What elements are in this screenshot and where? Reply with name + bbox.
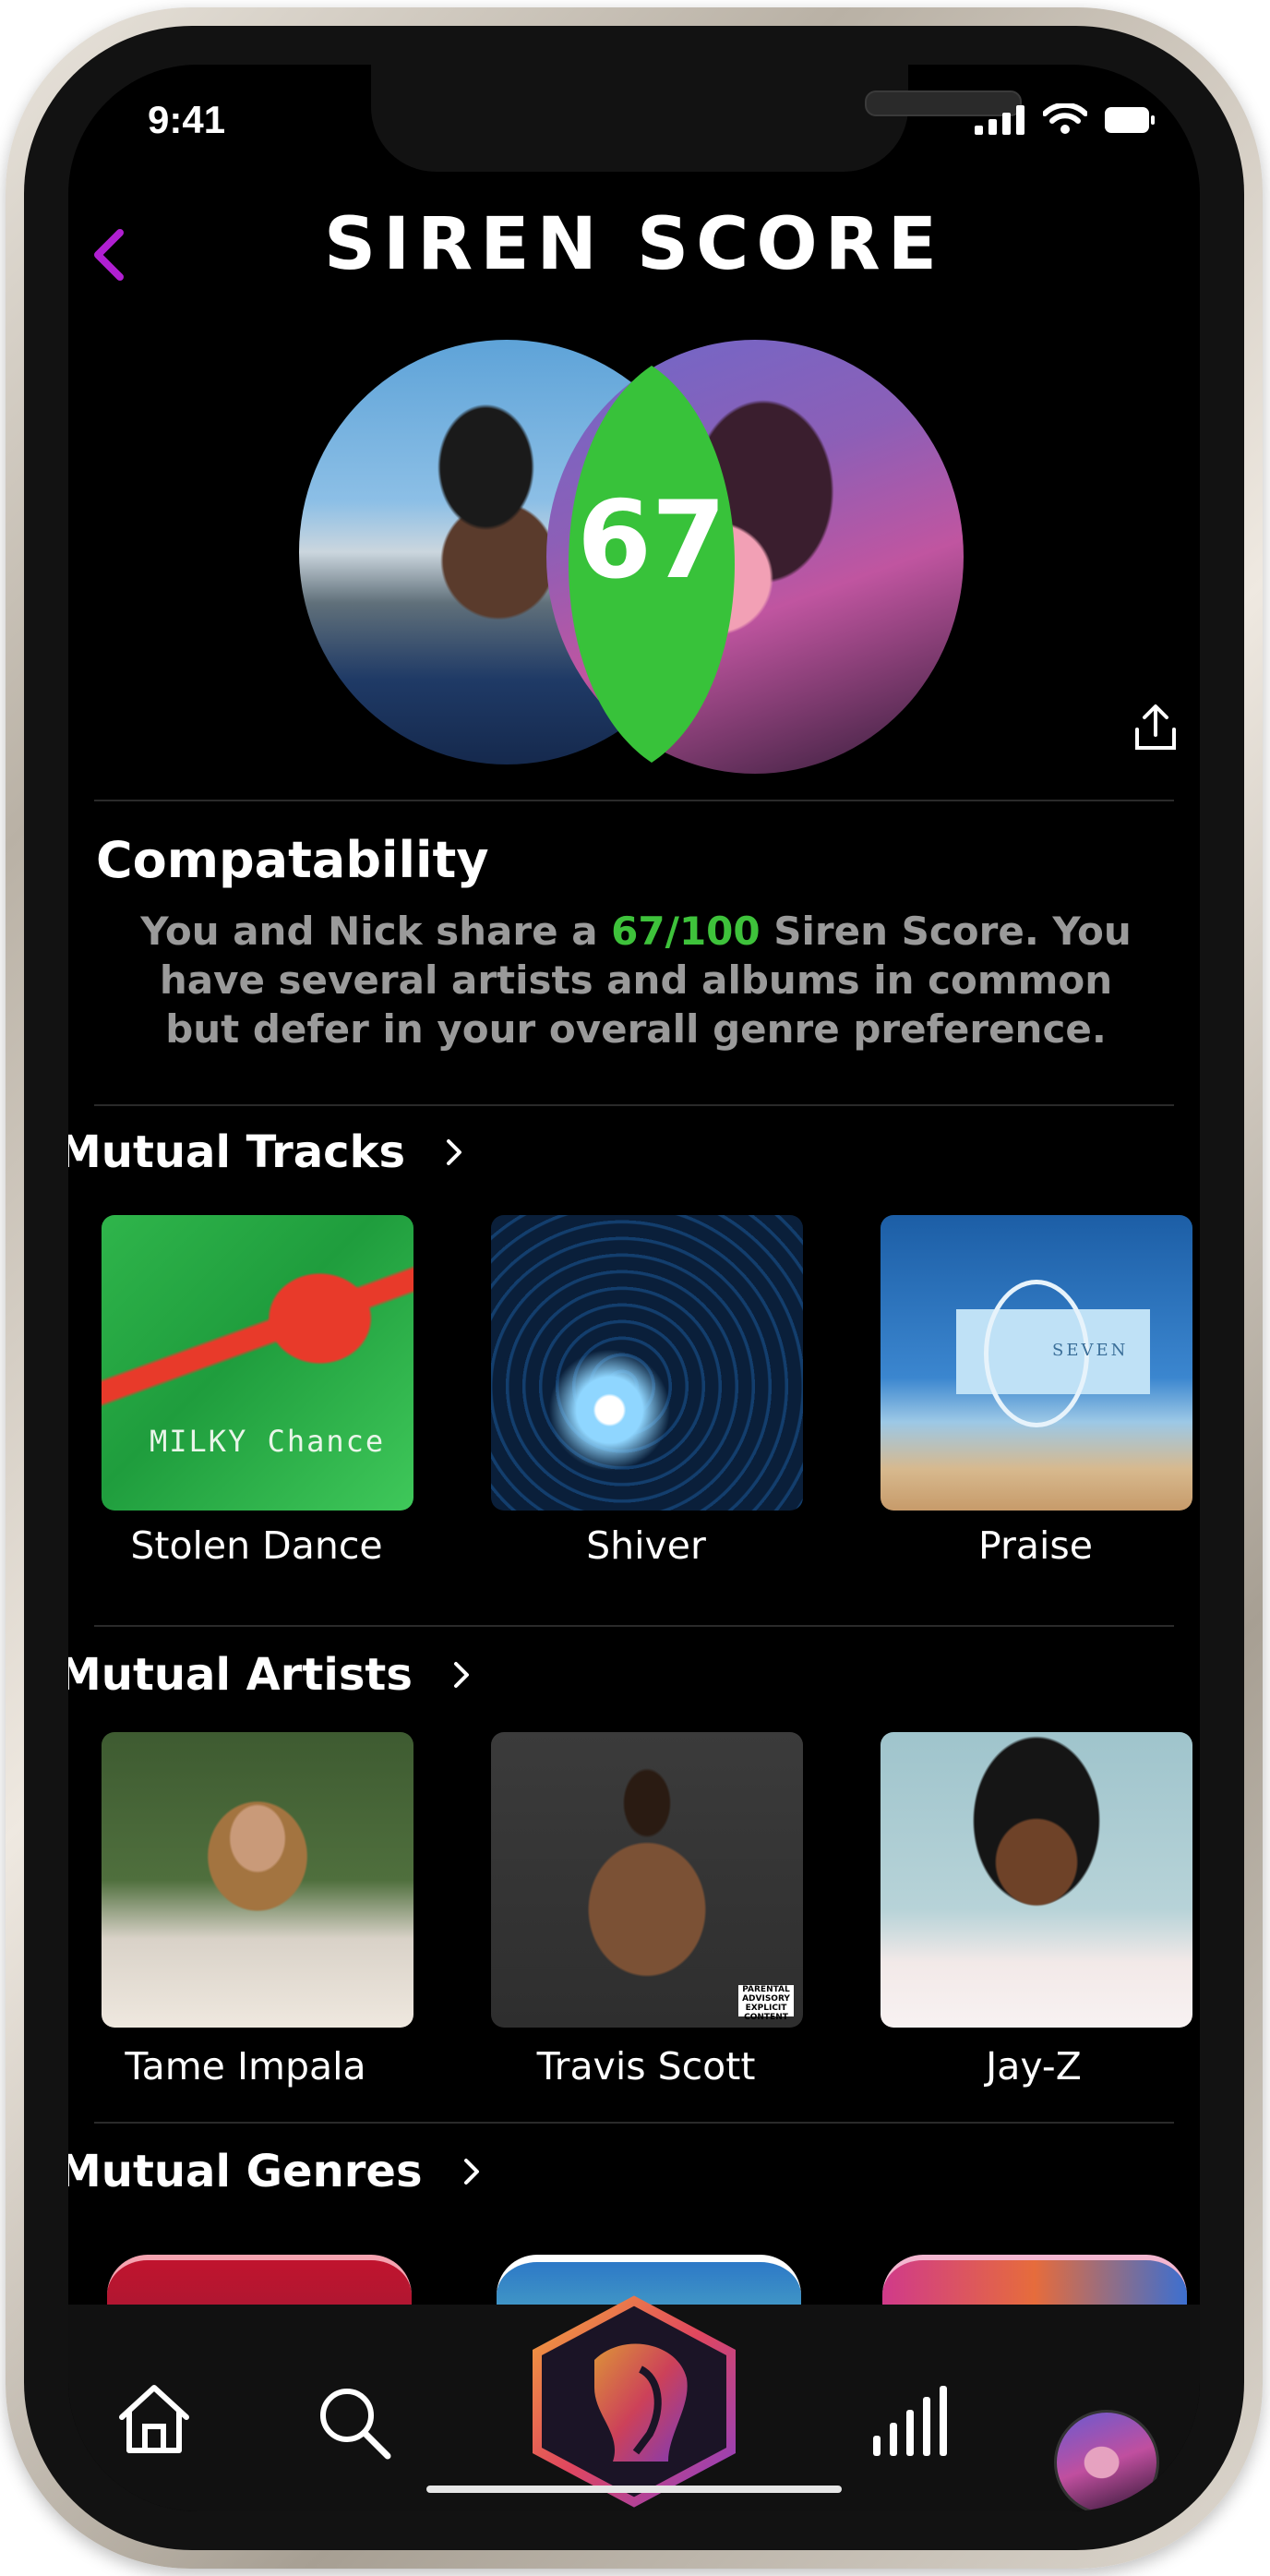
status-icons	[975, 103, 1156, 135]
stats-icon[interactable]	[869, 2384, 947, 2458]
artist-card-jay-z[interactable]	[881, 1732, 1192, 2028]
mutual-genres-title: Mutual Genres	[68, 2146, 423, 2197]
artist-label: Tame Impala	[125, 2044, 366, 2088]
track-card-praise[interactable]: SEVEN	[881, 1215, 1192, 1511]
notch	[371, 65, 1022, 172]
album-art-text: MILKY Chance	[150, 1424, 386, 1459]
compatibility-heading: Compatability	[96, 831, 489, 889]
profile-avatar[interactable]	[1054, 2410, 1159, 2511]
track-card-stolen-dance[interactable]: MILKY Chance	[102, 1215, 413, 1511]
track-label: Stolen Dance	[130, 1523, 383, 1568]
compat-text-before: You and Nick share a	[140, 909, 612, 954]
home-indicator[interactable]	[426, 2486, 842, 2493]
phone-frame: 9:41 SIREN SCORE 67 Compatability You an…	[6, 7, 1263, 2569]
page-title: SIREN SCORE	[323, 203, 945, 286]
parental-advisory-badge: PARENTAL ADVISORY EXPLICIT CONTENT	[738, 1985, 794, 2022]
score-value: 67	[577, 478, 726, 603]
chevron-right-icon	[447, 1139, 462, 1165]
mutual-artists-title: Mutual Artists	[68, 1649, 413, 1701]
mutual-tracks-header[interactable]: Mutual Tracks	[68, 1126, 464, 1178]
track-label: Praise	[978, 1523, 1093, 1568]
artist-card-tame-impala[interactable]	[102, 1732, 413, 2028]
divider	[94, 800, 1174, 801]
mutual-genres-header[interactable]: Mutual Genres	[68, 2146, 482, 2197]
search-icon[interactable]	[316, 2384, 393, 2462]
track-label: Shiver	[586, 1523, 706, 1568]
status-time: 9:41	[148, 98, 226, 141]
track-card-shiver[interactable]	[491, 1215, 803, 1511]
chevron-right-icon	[453, 1662, 469, 1688]
siren-logo-icon[interactable]	[530, 2295, 738, 2508]
app-screen: 9:41 SIREN SCORE 67 Compatability You an…	[68, 65, 1200, 2511]
divider	[94, 1104, 1174, 1106]
tab-bar	[68, 2295, 1200, 2511]
divider	[94, 2122, 1174, 2124]
wifi-icon	[1043, 103, 1087, 134]
artist-card-travis-scott[interactable]: PARENTAL ADVISORY EXPLICIT CONTENT	[491, 1732, 803, 2028]
share-icon[interactable]	[1130, 702, 1181, 753]
mutual-tracks-title: Mutual Tracks	[68, 1126, 406, 1178]
compatibility-description: You and Nick share a 67/100 Siren Score.…	[124, 907, 1148, 1053]
mutual-artists-header[interactable]: Mutual Artists	[68, 1649, 472, 1701]
siren-score-venn: 67	[299, 340, 964, 783]
divider	[94, 1625, 1174, 1627]
artist-label: Travis Scott	[536, 2044, 756, 2088]
score-highlight: 67/100	[611, 909, 761, 954]
chevron-right-icon	[463, 2159, 479, 2185]
battery-icon	[1105, 107, 1155, 133]
artist-label: Jay-Z	[986, 2044, 1082, 2088]
album-art-text: SEVEN	[1052, 1341, 1129, 1360]
home-icon[interactable]	[113, 2380, 196, 2458]
cellular-signal-icon	[975, 105, 1024, 135]
